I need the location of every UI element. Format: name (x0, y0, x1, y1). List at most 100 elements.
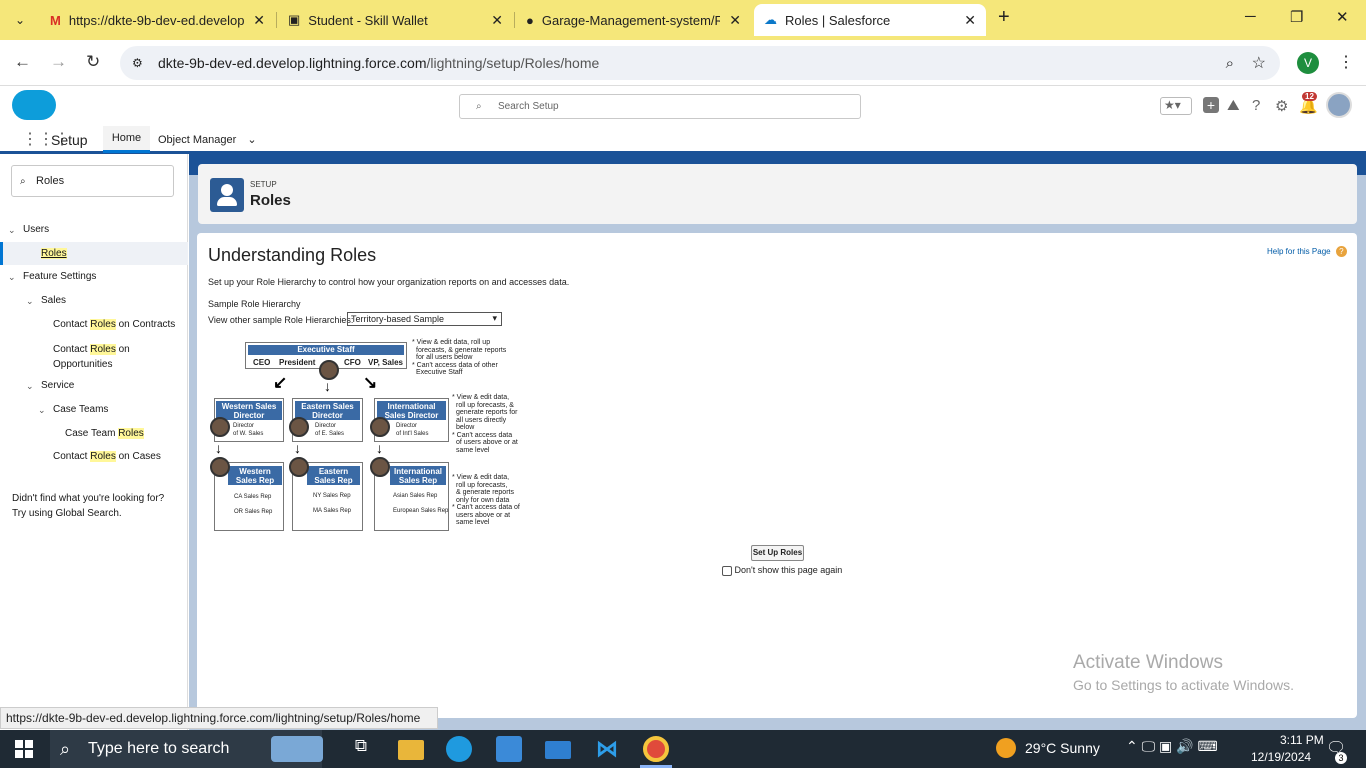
tree-item-contact-roles-opportunities[interactable]: Contact Roles on Opportunities (53, 342, 130, 372)
person-avatar (289, 417, 309, 437)
search-setup-input[interactable]: ⌕ Search Setup (459, 94, 861, 119)
browser-menu-icon[interactable]: ⋮ (1338, 52, 1354, 72)
set-up-roles-button[interactable]: Set Up Roles (751, 545, 804, 561)
search-highlight-icon[interactable] (271, 736, 323, 762)
notification-count-badge: 3 (1335, 752, 1347, 764)
close-tab-icon[interactable]: ✕ (491, 12, 503, 29)
mail-icon[interactable] (545, 741, 571, 759)
trailhead-icon[interactable]: ⛰ (1227, 97, 1240, 114)
chevron-down-icon[interactable]: ⌄ (38, 405, 46, 416)
nav-tab-object-manager[interactable]: Object Manager ⌄ (158, 133, 257, 146)
clock-time[interactable]: 3:11 PM (1280, 733, 1324, 747)
back-icon[interactable]: ← (14, 52, 31, 72)
site-info-icon[interactable]: ⚙ (132, 56, 143, 70)
tree-item-contact-roles-contracts[interactable]: Contact Roles on Contracts (53, 319, 175, 330)
tree-item-roles[interactable]: Roles (41, 248, 67, 259)
exec-staff-header: Executive Staff (248, 345, 404, 355)
file-explorer-icon[interactable] (398, 740, 424, 760)
chevron-down-icon[interactable]: ⌄ (26, 381, 34, 392)
weather-icon[interactable] (996, 738, 1016, 758)
search-icon: ⌕ (20, 175, 26, 187)
github-icon: ● (526, 12, 534, 28)
setup-gear-icon[interactable]: ⚙ (1275, 97, 1288, 115)
global-create-icon[interactable]: + (1203, 97, 1219, 113)
browser-tab[interactable]: ● Garage-Management-system/R ✕ (516, 4, 751, 36)
user-avatar[interactable] (1326, 92, 1352, 118)
quick-find-input[interactable]: ⌕ Roles (11, 165, 174, 197)
restore-icon[interactable]: ❐ (1290, 8, 1303, 26)
close-tab-icon[interactable]: ✕ (964, 12, 976, 29)
note-reps: * View & edit data, roll up forecasts, & g… (452, 474, 520, 526)
role-ceo: CEO (253, 358, 271, 367)
chevron-down-icon[interactable]: ⌄ (8, 272, 16, 283)
windows-start-icon[interactable] (15, 740, 33, 758)
browser-tab-active[interactable]: ☁ Roles | Salesforce ✕ (754, 4, 986, 36)
role-cfo: CFO (344, 358, 361, 367)
tray-icons[interactable]: ⌃ 🖵 ▣ 🔊 ⌨ (1126, 738, 1218, 755)
nav-tab-home[interactable]: Home (103, 126, 150, 153)
chevron-down-icon[interactable]: ⌄ (26, 296, 34, 307)
dont-show-checkbox[interactable] (722, 565, 732, 576)
person-avatar (370, 457, 390, 477)
tree-item-feature-settings[interactable]: Feature Settings (23, 271, 96, 282)
help-for-page-link[interactable]: Help for this Page ? (1267, 246, 1347, 257)
salesforce-logo[interactable] (12, 90, 56, 120)
chevron-down-icon[interactable]: ⌄ (8, 225, 16, 236)
arrow-down-icon: ↓ (376, 440, 383, 456)
browser-tab[interactable]: M https://dkte-9b-dev-ed.develop ✕ (40, 4, 275, 36)
app-name: Setup (51, 132, 88, 148)
note-directors: * View & edit data, roll up forecasts, & g… (452, 394, 518, 454)
chrome-icon[interactable] (643, 736, 669, 762)
close-window-icon[interactable]: ✕ (1336, 8, 1349, 26)
new-tab-icon[interactable]: + (998, 6, 1010, 29)
vscode-icon[interactable]: ⋈ (594, 736, 620, 762)
tree-item-contact-roles-cases[interactable]: Contact Roles on Cases (53, 451, 161, 462)
help-icon[interactable]: ? (1335, 246, 1347, 257)
tree-item-case-teams[interactable]: Case Teams (53, 404, 108, 415)
bookmark-star-icon[interactable]: ☆ (1252, 53, 1266, 73)
minimize-icon[interactable]: ─ (1245, 8, 1256, 25)
close-tab-icon[interactable]: ✕ (253, 12, 265, 29)
activate-windows-title: Activate Windows (1073, 652, 1223, 673)
tree-item-case-team-roles[interactable]: Case Team Roles (65, 428, 144, 439)
page-title: Roles (250, 192, 291, 209)
search-icon: ⌕ (60, 738, 71, 759)
arrow-down-icon: ↓ (324, 378, 331, 394)
arrow-down-icon: ↓ (294, 440, 301, 456)
browser-tab[interactable]: ▣ Student - Skill Wallet ✕ (278, 4, 513, 36)
sidebar-help-text: Didn't find what you're looking for? Try … (12, 493, 165, 519)
weather-text[interactable]: 29°C Sunny (1025, 740, 1100, 756)
task-view-icon[interactable]: ⧉ (348, 736, 374, 762)
activate-windows-subtitle: Go to Settings to activate Windows. (1073, 677, 1294, 693)
search-icon: ⌕ (476, 101, 482, 112)
dont-show-checkbox-row[interactable]: Don't show this page again (722, 565, 842, 576)
chevron-down-icon[interactable]: ⌄ (247, 134, 256, 146)
zoom-icon[interactable]: ⌕ (1226, 55, 1234, 72)
forward-icon[interactable]: → (50, 52, 67, 72)
store-icon[interactable] (496, 736, 522, 762)
edge-icon[interactable] (446, 736, 472, 762)
content-panel (197, 233, 1357, 718)
clock-date[interactable]: 12/19/2024 (1251, 750, 1311, 764)
tree-item-service[interactable]: Service (41, 380, 74, 391)
person-avatar (210, 417, 230, 437)
reload-icon[interactable]: ↻ (86, 52, 100, 72)
note-exec: * View & edit data, roll up forecasts, & … (412, 339, 507, 376)
close-tab-icon[interactable]: ✕ (729, 12, 741, 29)
person-avatar (210, 457, 230, 477)
person-avatar (319, 360, 339, 380)
favorites-icon[interactable]: ★▾ (1160, 97, 1192, 115)
tree-item-users[interactable]: Users (23, 224, 49, 235)
help-icon[interactable]: ? (1252, 97, 1260, 114)
profile-avatar[interactable]: V (1297, 52, 1319, 74)
intro-text: Set up your Role Hierarchy to control ho… (208, 277, 570, 287)
tree-item-sales[interactable]: Sales (41, 295, 66, 306)
tab-search-button[interactable]: ⌄ (8, 8, 32, 32)
address-bar[interactable]: ⚙ dkte-9b-dev-ed.develop.lightning.force… (120, 46, 1280, 80)
section-heading: Understanding Roles (208, 245, 377, 265)
salesforce-cloud-icon: ☁ (764, 12, 777, 27)
user-role-icon (210, 178, 244, 212)
hierarchy-select[interactable]: Territory-based Sample ▾ (347, 312, 502, 326)
tree-item-roles-selected[interactable] (0, 242, 188, 265)
person-avatar (289, 457, 309, 477)
